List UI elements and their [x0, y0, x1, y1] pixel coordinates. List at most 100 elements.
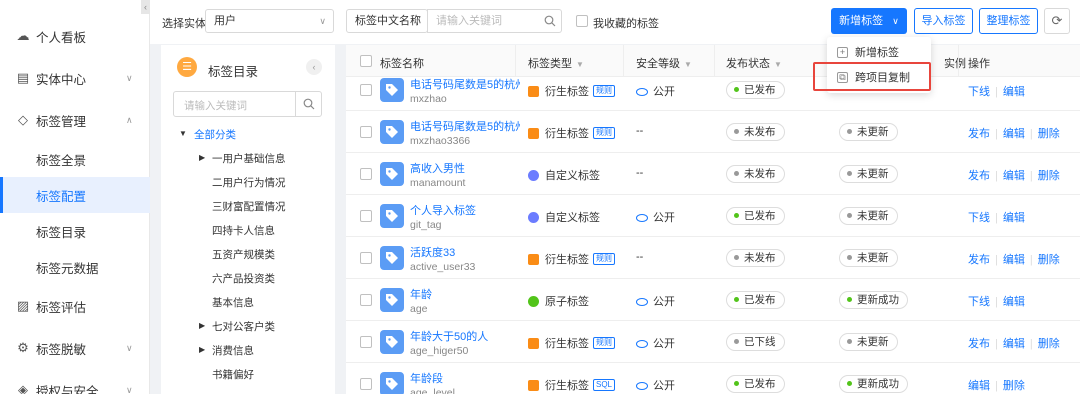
row-action-link[interactable]: 编辑 — [1003, 170, 1025, 182]
row-action-link[interactable]: 删除 — [1038, 170, 1060, 182]
row-action-link[interactable]: 编辑 — [1003, 338, 1025, 350]
tree-node[interactable]: 基本信息 — [212, 295, 254, 310]
row-action-link[interactable]: 编辑 — [968, 380, 990, 392]
tree-node[interactable]: 消费信息 — [212, 343, 254, 358]
directory-search-input[interactable]: 请输入关键词 — [173, 91, 322, 117]
tree-node[interactable]: 七对公客户类 — [212, 319, 275, 334]
table-row[interactable]: 电话号码尾数是5的杭州...mxzhao 衍生标签规则 公开 已发布 下线 | 编辑 — [346, 69, 1080, 111]
sidebar-item-tag-directory[interactable]: 标签目录 — [0, 213, 150, 249]
sidebar-item-security[interactable]: ◈ 授权与安全 ∨ — [0, 372, 150, 394]
caret-down-icon[interactable]: ▼ — [179, 129, 187, 138]
sidebar-item-tag-config[interactable]: 标签配置 — [0, 177, 150, 213]
action-divider: | — [1029, 170, 1033, 182]
import-tag-button[interactable]: 导入标签 — [914, 8, 973, 34]
table-row[interactable]: 年龄大于50的人 age_higer50 衍生标签 规则 公开 已下线 未更新 发布 | 编辑 | 删… — [346, 321, 1080, 363]
sidebar-item-label: 标签元数据 — [36, 261, 99, 276]
caret-right-icon[interactable]: ▶ — [199, 345, 205, 354]
sidebar-item-tag-evaluation[interactable]: ▨ 标签评估 — [0, 288, 150, 324]
row-checkbox[interactable] — [360, 210, 372, 222]
table-row[interactable]: 年龄段 age_level 衍生标签 SQL 公开 已发布 更新成功 编辑 | 删除 — [346, 363, 1080, 394]
desensitize-icon: ⚙ — [17, 340, 29, 355]
row-action-link[interactable]: 删除 — [1038, 128, 1060, 140]
sidebar-item-label: 标签脱敏 — [36, 342, 87, 357]
field-select[interactable]: 标签中文名称 ∨ — [346, 9, 428, 33]
status-dot — [847, 129, 852, 134]
filter-icon[interactable]: ▼ — [684, 60, 692, 69]
tree-root[interactable]: 全部分类 — [194, 127, 236, 142]
tree-node[interactable]: 四持卡人信息 — [212, 223, 275, 238]
tag-name-link[interactable]: 电话号码尾数是5的杭州... — [410, 118, 520, 134]
row-actions: 下线 | 编辑 — [968, 293, 1025, 309]
tree-node[interactable]: 六产品投资类 — [212, 271, 275, 286]
table-row[interactable]: 高收入男性 manamount 自定义标签 -- 未发布 未更新 发布 | 编辑 | 删除 — [346, 153, 1080, 195]
tag-name-link[interactable]: 活跃度33 — [410, 244, 455, 260]
update-status-badge: 未更新 — [839, 207, 898, 225]
row-action-link[interactable]: 编辑 — [1003, 212, 1025, 224]
update-status-label: 未更新 — [857, 210, 889, 222]
row-checkbox[interactable] — [360, 294, 372, 306]
sidebar-item-entity[interactable]: ▤ 实体中心 ∨ — [0, 60, 150, 96]
search-icon[interactable] — [295, 92, 321, 116]
caret-right-icon[interactable]: ▶ — [199, 321, 205, 330]
row-action-link[interactable]: 删除 — [1003, 380, 1025, 392]
tag-type-label: 原子标签 — [545, 296, 589, 308]
row-action-link[interactable]: 发布 — [968, 170, 990, 182]
row-checkbox[interactable] — [360, 84, 372, 96]
row-action-link[interactable]: 编辑 — [1003, 254, 1025, 266]
table-row[interactable]: 个人导入标签 git_tag 自定义标签 公开 已发布 未更新 下线 | 编辑 — [346, 195, 1080, 237]
refresh-icon[interactable]: ⟳ — [1044, 8, 1070, 34]
select-all-checkbox[interactable] — [360, 55, 372, 67]
sidebar-item-tag-management[interactable]: ◇ 标签管理 ∧ — [0, 102, 150, 138]
sidebar-item-tag-metadata[interactable]: 标签元数据 — [0, 249, 150, 285]
tree-node[interactable]: 三财富配置情况 — [212, 199, 286, 214]
row-action-link[interactable]: 发布 — [968, 254, 990, 266]
sidebar-collapse-icon[interactable]: ‹ — [141, 0, 150, 14]
row-action-link[interactable]: 下线 — [968, 296, 990, 308]
tree-node[interactable]: 书籍偏好 — [212, 367, 254, 382]
entity-select[interactable]: 用户 ∨ — [205, 9, 334, 33]
organize-tag-button[interactable]: 整理标签 — [979, 8, 1038, 34]
row-action-link[interactable]: 删除 — [1038, 254, 1060, 266]
row-action-link[interactable]: 删除 — [1038, 338, 1060, 350]
tree-node[interactable]: 五资产规模类 — [212, 247, 275, 262]
filter-icon[interactable]: ▼ — [774, 60, 782, 69]
row-checkbox[interactable] — [360, 126, 372, 138]
tag-name-link[interactable]: 电话号码尾数是5的杭州... — [410, 76, 520, 92]
caret-right-icon[interactable]: ▶ — [199, 153, 205, 162]
row-action-link[interactable]: 下线 — [968, 86, 990, 98]
row-action-link[interactable]: 发布 — [968, 338, 990, 350]
add-tag-button[interactable]: 新增标签 ∨ — [831, 8, 907, 34]
row-action-link[interactable]: 下线 — [968, 212, 990, 224]
update-status-label: 未更新 — [857, 336, 889, 348]
row-checkbox[interactable] — [360, 168, 372, 180]
table-row[interactable]: 年龄 age 原子标签 公开 已发布 更新成功 下线 | 编辑 — [346, 279, 1080, 321]
row-action-link[interactable]: 编辑 — [1003, 86, 1025, 98]
row-action-link[interactable]: 发布 — [968, 128, 990, 140]
tag-name-link[interactable]: 个人导入标签 — [410, 202, 476, 218]
tree-node[interactable]: 一用户基础信息 — [212, 151, 286, 166]
action-divider: | — [1029, 254, 1033, 266]
tag-name-link[interactable]: 年龄段 — [410, 370, 443, 386]
filter-icon[interactable]: ▼ — [576, 60, 584, 69]
tag-name-link[interactable]: 年龄 — [410, 286, 432, 302]
action-divider: | — [995, 86, 998, 98]
sidebar-item-desensitize[interactable]: ⚙ 标签脱敏 ∨ — [0, 330, 150, 366]
tag-type-label: 自定义标签 — [545, 170, 600, 182]
row-checkbox[interactable] — [360, 378, 372, 390]
sidebar-item-dashboard[interactable]: ☁ 个人看板 — [0, 18, 150, 54]
row-action-link[interactable]: 编辑 — [1003, 128, 1025, 140]
row-checkbox[interactable] — [360, 252, 372, 264]
tag-name-link[interactable]: 高收入男性 — [410, 160, 465, 176]
sidebar-item-tag-overview[interactable]: 标签全景 — [0, 141, 150, 177]
row-checkbox[interactable] — [360, 336, 372, 348]
search-icon[interactable] — [538, 9, 562, 33]
chevron-left-icon[interactable]: ‹ — [306, 59, 322, 75]
favorite-checkbox[interactable] — [576, 15, 588, 27]
action-divider: | — [995, 380, 998, 392]
keyword-input[interactable]: 请输入关键词 — [427, 9, 539, 33]
table-row[interactable]: 电话号码尾数是5的杭州...mxzhao3366 衍生标签规则 -- 未发布 未更新 发布… — [346, 111, 1080, 153]
tag-name-link[interactable]: 年龄大于50的人 — [410, 328, 488, 344]
table-row[interactable]: 活跃度33 active_user33 衍生标签 规则 -- 未发布 未更新 发布 | 编辑 | 删除 — [346, 237, 1080, 279]
tree-node[interactable]: 二用户行为情况 — [212, 175, 286, 190]
row-action-link[interactable]: 编辑 — [1003, 296, 1025, 308]
